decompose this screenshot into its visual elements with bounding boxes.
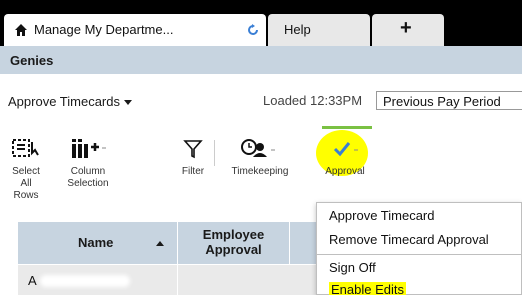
add-tab-button[interactable]: + xyxy=(372,14,444,46)
approve-timecards-dropdown[interactable]: Approve Timecards xyxy=(8,94,132,109)
tab-manage-my-department[interactable]: Manage My Departme... xyxy=(4,14,266,46)
menu-item-sign-off[interactable]: Sign Off xyxy=(317,257,522,279)
genies-title: Genies xyxy=(10,53,54,68)
home-icon xyxy=(15,24,27,36)
approval-active-bar xyxy=(322,126,372,129)
checkmark-icon xyxy=(333,142,358,157)
filter-button[interactable]: Filter xyxy=(176,138,210,178)
menu-item-approve-timecard[interactable]: Approve Timecard xyxy=(317,205,522,227)
genies-header: Genies xyxy=(0,46,522,74)
column-selection-label: Column Selection xyxy=(67,166,109,189)
loaded-time: Loaded 12:33PM xyxy=(263,93,363,108)
tab-bar: Manage My Departme... Help + xyxy=(0,0,522,46)
pay-period-select[interactable]: Previous Pay Period xyxy=(376,91,522,110)
timekeeping-button[interactable]: Timekeeping xyxy=(225,138,295,178)
sort-ascending-icon xyxy=(156,241,164,246)
refresh-icon[interactable] xyxy=(247,24,259,36)
menu-item-enable-edits[interactable]: Enable Edits xyxy=(317,279,522,295)
approval-dropdown-menu: Approve Timecard Remove Timecard Approva… xyxy=(316,202,522,295)
timekeeping-label: Timekeeping xyxy=(231,166,289,177)
column-header-name-label: Name xyxy=(78,235,114,250)
filter-icon xyxy=(183,140,203,159)
approve-timecards-label: Approve Timecards xyxy=(8,94,120,109)
menu-divider xyxy=(317,254,522,255)
approval-label: Approval xyxy=(325,166,365,177)
column-header-employee-approval[interactable]: Employee Approval xyxy=(178,222,290,264)
approval-button[interactable]: Approval xyxy=(322,138,368,178)
plus-icon: + xyxy=(400,17,412,39)
toolbar-divider xyxy=(214,140,215,166)
tab-help[interactable]: Help xyxy=(268,14,370,46)
filter-label: Filter xyxy=(181,166,205,177)
tab-label: Manage My Departme... xyxy=(34,22,174,37)
column-header-name[interactable]: Name xyxy=(18,222,178,264)
enable-edits-label: Enable Edits xyxy=(329,282,406,295)
tab-help-label: Help xyxy=(284,22,311,37)
menu-item-remove-timecard-approval[interactable]: Remove Timecard Approval xyxy=(317,229,522,251)
employee-name: A xyxy=(28,273,37,288)
column-selection-icon xyxy=(72,139,106,158)
select-all-label: Select All Rows xyxy=(12,166,40,201)
name-cell: A xyxy=(18,265,178,295)
timekeeping-icon xyxy=(241,139,275,157)
select-all-icon xyxy=(12,139,39,157)
redacted-name-overlay xyxy=(40,275,130,287)
chevron-down-icon xyxy=(124,100,132,106)
select-all-rows-button[interactable]: Select All Rows xyxy=(8,138,44,202)
column-selection-button[interactable]: Column Selection xyxy=(60,138,116,190)
